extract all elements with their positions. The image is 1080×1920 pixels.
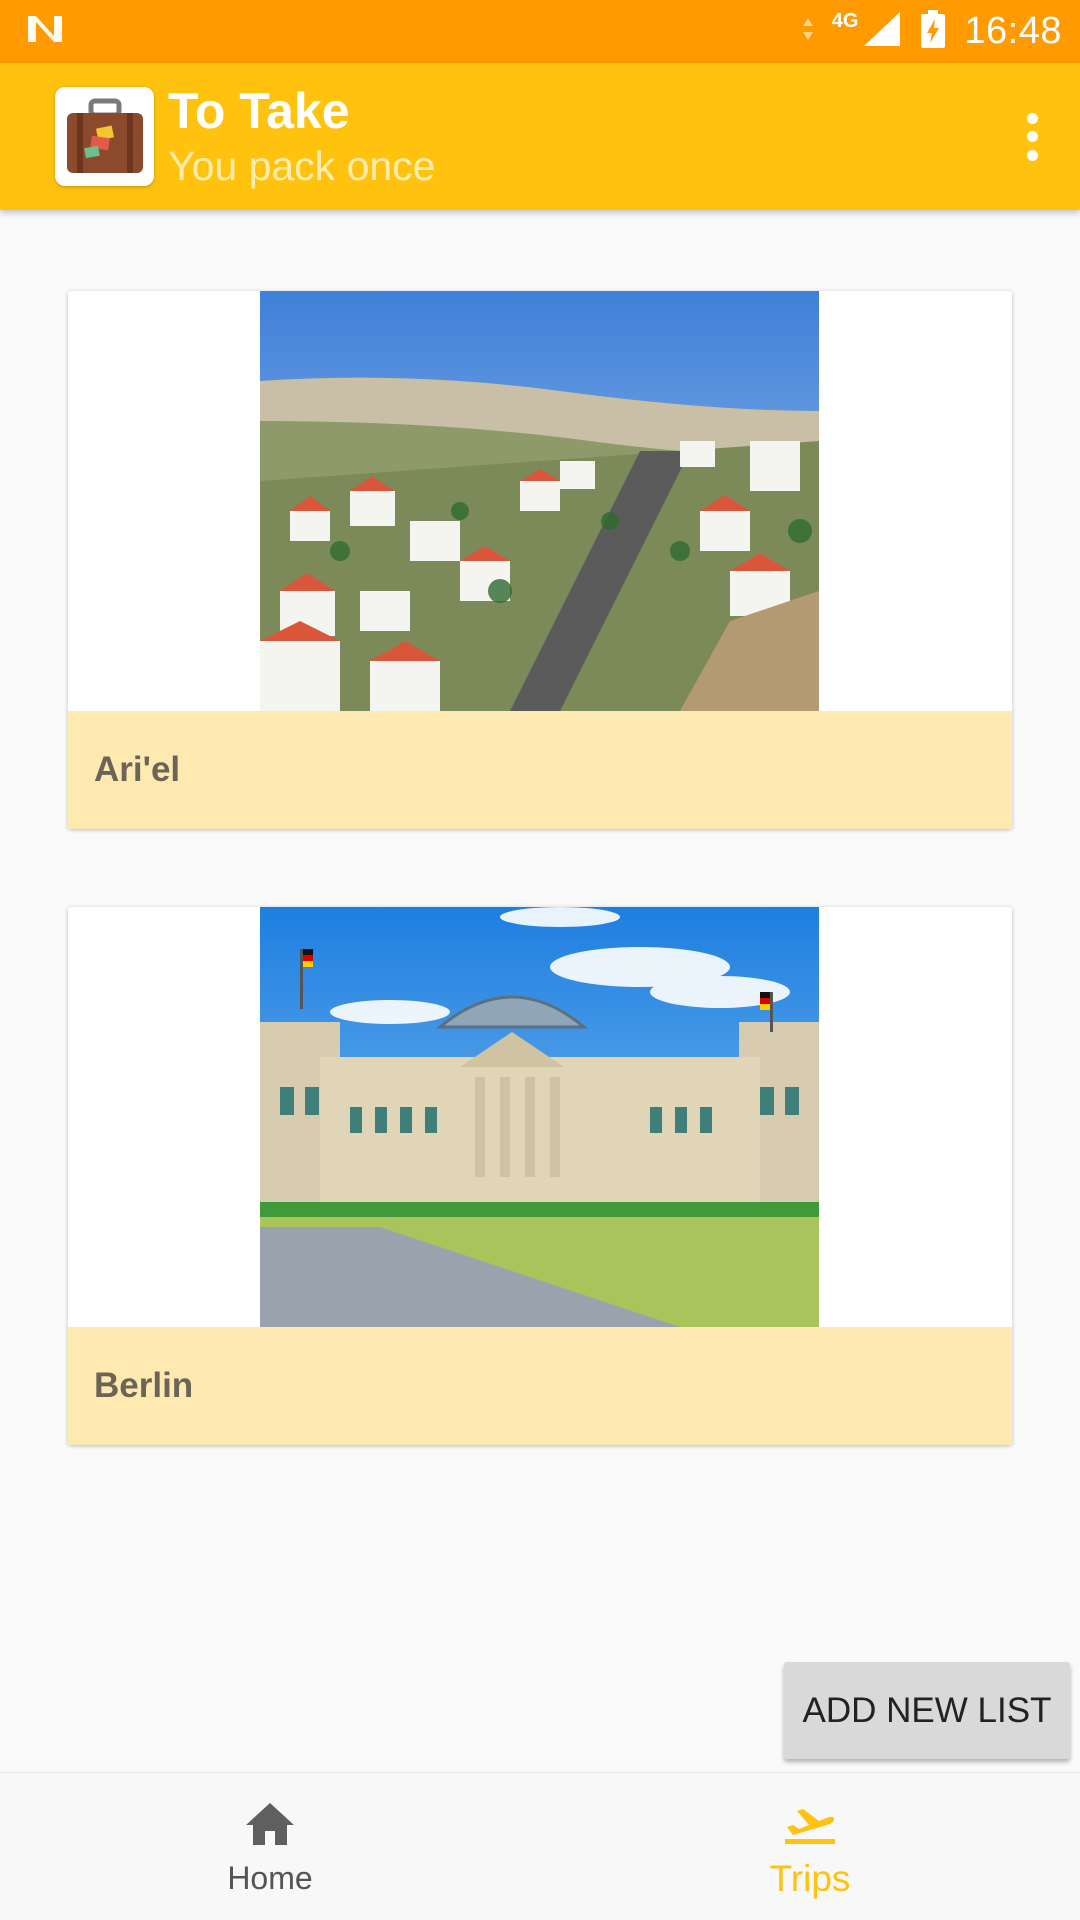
network-type: 4G	[831, 10, 859, 32]
signal-icon	[862, 10, 902, 53]
nav-trips[interactable]: Trips	[540, 1773, 1080, 1920]
notification-n-icon	[26, 14, 64, 49]
trip-image-ariel	[260, 291, 819, 711]
trip-card-footer: Berlin	[68, 1327, 1012, 1445]
data-arrows-icon	[802, 16, 814, 47]
app-title: To Take	[168, 82, 350, 139]
trip-image-berlin	[260, 907, 819, 1327]
flight-takeoff-icon	[783, 1794, 837, 1850]
bottom-navigation: Home Trips	[0, 1772, 1080, 1920]
app-subtitle: You pack once	[168, 142, 436, 189]
status-bar: 4G 16:48	[0, 0, 1080, 63]
trip-name: Berlin	[94, 1366, 194, 1405]
add-new-list-button[interactable]: ADD NEW LIST	[784, 1662, 1070, 1759]
battery-charging-icon	[920, 9, 946, 54]
status-right: 4G 16:48	[802, 9, 1062, 54]
app-bar: To Take You pack once	[0, 63, 1080, 210]
clock: 16:48	[964, 10, 1062, 52]
nav-trips-label: Trips	[769, 1857, 851, 1899]
status-left	[26, 14, 64, 49]
suitcase-icon	[55, 87, 154, 186]
nav-home-label: Home	[227, 1860, 313, 1896]
more-vert-icon[interactable]	[1020, 107, 1044, 167]
home-icon	[244, 1796, 296, 1852]
nav-home[interactable]: Home	[0, 1773, 540, 1920]
trip-card-footer: Ari'el	[68, 711, 1012, 829]
app-titles: To Take You pack once	[168, 82, 435, 192]
trip-name: Ari'el	[94, 750, 181, 789]
trip-card-berlin[interactable]: Berlin	[68, 907, 1012, 1445]
trip-card-ariel[interactable]: Ari'el	[68, 291, 1012, 829]
